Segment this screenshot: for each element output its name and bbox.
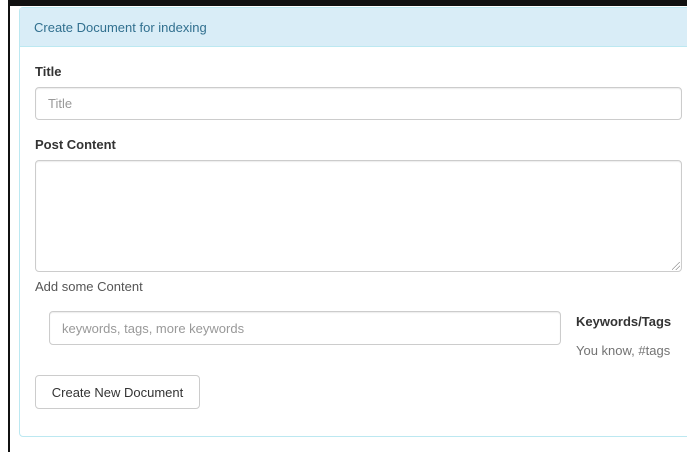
post-content-help: Add some Content bbox=[35, 279, 143, 294]
title-label: Title bbox=[35, 64, 62, 79]
window-frame-left bbox=[8, 0, 10, 452]
keywords-input[interactable] bbox=[49, 311, 561, 345]
panel-heading: Create Document for indexing bbox=[20, 8, 687, 47]
post-content-label: Post Content bbox=[35, 137, 116, 152]
resize-handle[interactable] bbox=[672, 262, 680, 270]
title-input[interactable] bbox=[35, 87, 682, 120]
window-frame-top bbox=[8, 0, 687, 6]
keywords-label: Keywords/Tags bbox=[576, 314, 672, 329]
post-content-textarea[interactable] bbox=[35, 160, 682, 272]
keywords-help: You know, #tags bbox=[576, 343, 671, 358]
create-new-document-button[interactable]: Create New Document bbox=[35, 375, 200, 409]
